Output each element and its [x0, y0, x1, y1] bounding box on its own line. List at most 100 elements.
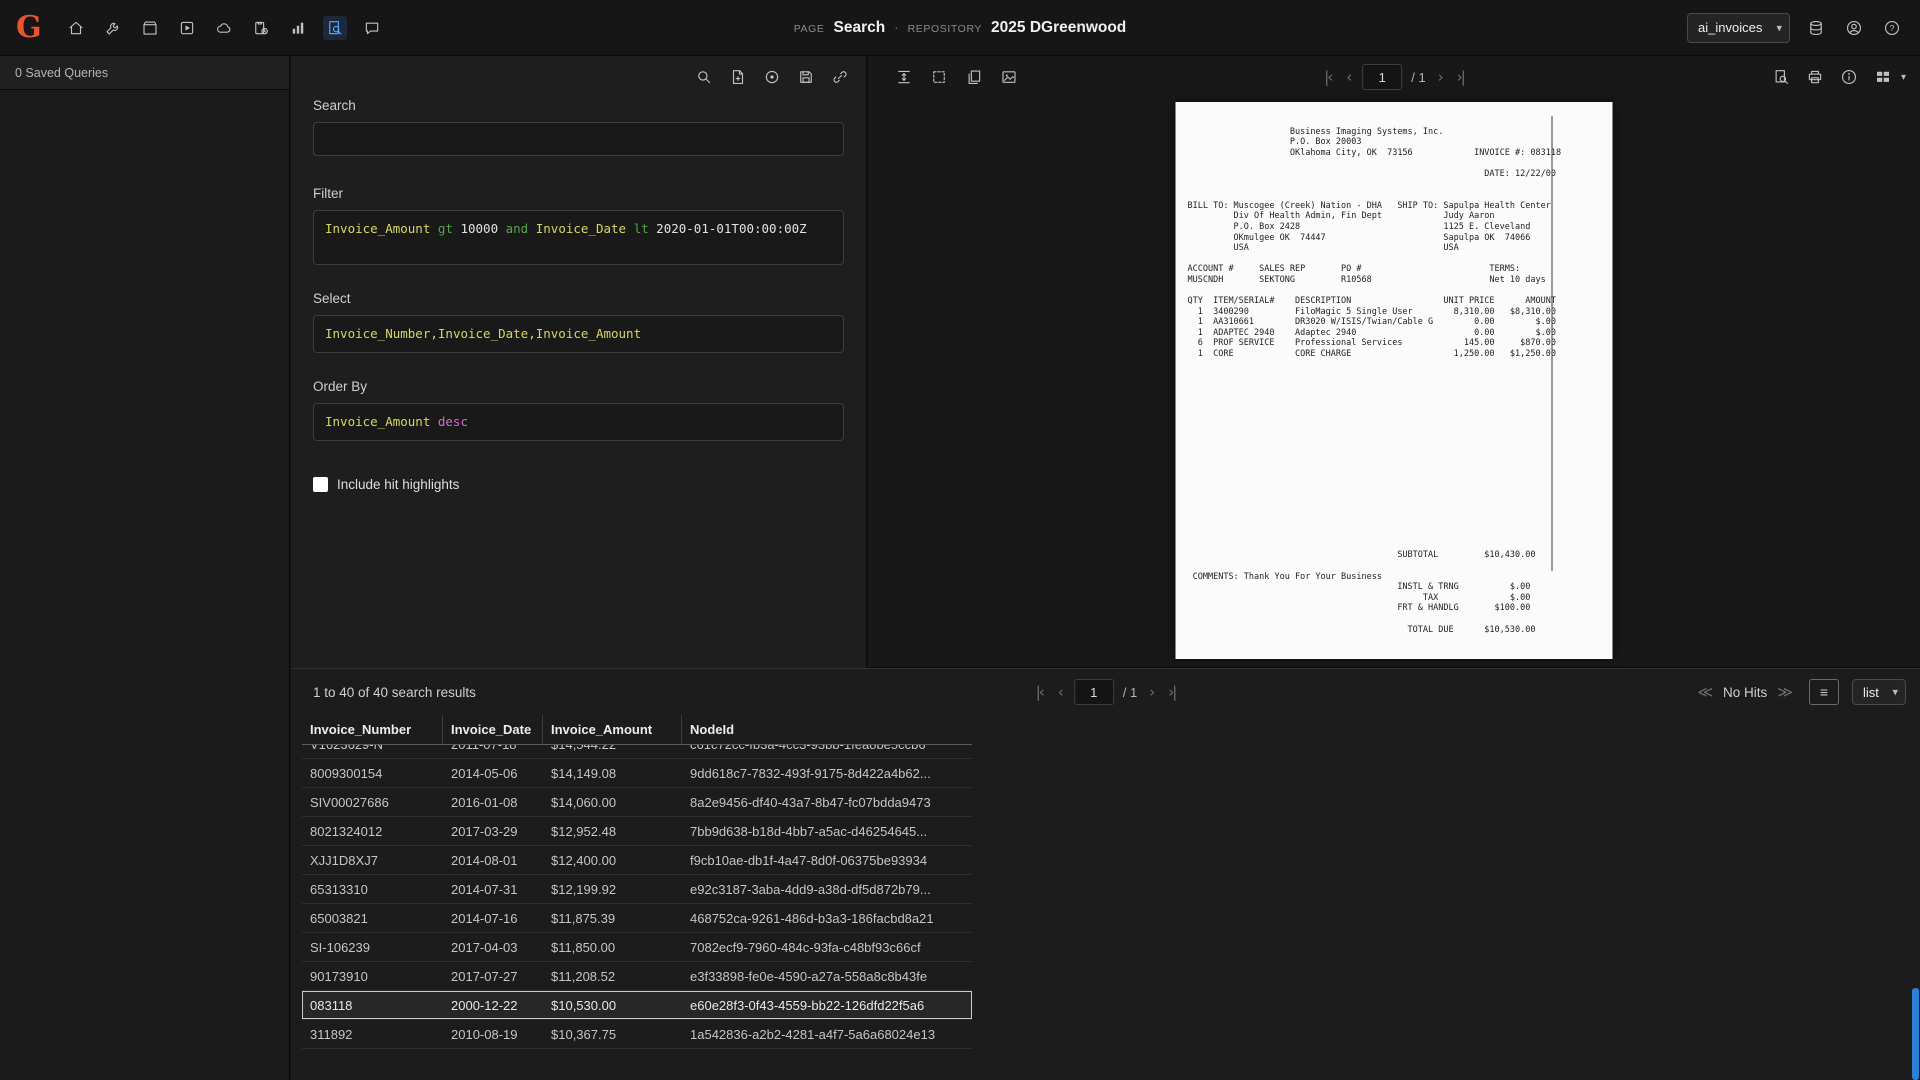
cell-invoice-date: 2014-07-16 — [451, 910, 518, 926]
cell-invoice-date: 2016-01-08 — [451, 794, 518, 810]
search-page-icon[interactable] — [322, 15, 347, 40]
page-number-input[interactable]: 1 — [1073, 679, 1114, 705]
cell-node-id: 7bb9d638-b18d-4bb7-a5ac-d46254645... — [690, 823, 928, 839]
repository-select[interactable]: ai_invoices — [1687, 12, 1790, 43]
cell-invoice-amount: $14,544.22 — [543, 745, 682, 752]
column-header-invoice-number[interactable]: Invoice_Number — [302, 715, 443, 744]
thumbnails-icon[interactable] — [1871, 65, 1895, 89]
tools-icon[interactable] — [101, 16, 125, 40]
orderby-input[interactable]: Invoice_Amount desc — [313, 403, 844, 441]
app-logo[interactable]: G — [16, 12, 42, 43]
table-row[interactable]: 083118 2000-12-22 $10,530.00 e60e28f3-0f… — [302, 991, 972, 1020]
database-icon[interactable] — [1804, 16, 1828, 40]
batches-icon[interactable] — [138, 16, 162, 40]
last-page-button[interactable]: ›| — [1165, 681, 1178, 703]
info-icon[interactable] — [1837, 65, 1861, 89]
print-icon[interactable] — [1803, 65, 1827, 89]
table-row[interactable]: 65003821 2014-07-16 $11,875.39 468752ca-… — [302, 904, 972, 933]
orderby-label: Order By — [313, 379, 368, 394]
process-icon[interactable] — [760, 65, 784, 89]
breadcrumb-separator: · — [894, 19, 899, 35]
repository-name: 2025 DGreenwood — [991, 18, 1127, 36]
pages-icon[interactable] — [962, 65, 986, 89]
prev-page-button[interactable]: ‹ — [1343, 66, 1353, 88]
page-kicker: PAGE — [793, 22, 825, 35]
table-row[interactable]: 8009300154 2014-05-06 $14,149.08 9dd618c… — [302, 759, 972, 788]
filter-input[interactable]: Invoice_Amount gt 10000 and Invoice_Date… — [313, 210, 844, 265]
review-icon[interactable] — [175, 16, 199, 40]
last-page-button[interactable]: ›| — [1454, 66, 1467, 88]
include-hits-checkbox[interactable] — [313, 477, 328, 492]
results-table: Invoice_Number Invoice_Date Invoice_Amou… — [302, 715, 972, 1080]
select-region-icon[interactable] — [927, 65, 951, 89]
next-hit-button[interactable]: ≫ — [1774, 681, 1796, 703]
save-query-icon[interactable] — [794, 65, 818, 89]
results-pager: |‹ ‹ 1 / 1 › ›| — [1033, 679, 1179, 705]
cell-invoice-number: SI-106239 — [310, 939, 370, 955]
search-results-panel: 1 to 40 of 40 search results |‹ ‹ 1 / 1 … — [291, 668, 1920, 1080]
search-label: Search — [313, 98, 356, 113]
table-row[interactable]: 8021324012 2017-03-29 $12,952.48 7bb9d63… — [302, 817, 972, 846]
image-icon[interactable] — [997, 65, 1021, 89]
prev-hit-button[interactable]: ≪ — [1694, 681, 1716, 703]
column-header-invoice-amount[interactable]: Invoice_Amount — [543, 715, 682, 744]
copy-link-icon[interactable] — [828, 65, 852, 89]
cell-invoice-number: 311892 — [310, 1026, 353, 1042]
page-count-label: / 1 — [1411, 69, 1426, 85]
next-page-button[interactable]: › — [1146, 681, 1156, 703]
vertical-scrollbar-thumb[interactable] — [1912, 988, 1919, 1080]
document-page[interactable]: Business Imaging Systems, Inc. P.O. Box … — [1175, 102, 1613, 659]
select-input[interactable]: Invoice_Number,Invoice_Date,Invoice_Amou… — [313, 315, 844, 353]
cell-invoice-date: 2011-07-18 — [443, 745, 543, 752]
table-row[interactable]: 311892 2010-08-19 $10,367.75 1a542836-a2… — [302, 1020, 972, 1049]
cell-invoice-number: SIV00027686 — [310, 794, 389, 810]
cell-node-id: e92c3187-3aba-4dd9-a38d-df5d872b79... — [690, 881, 931, 897]
table-row[interactable]: SIV00027686 2016-01-08 $14,060.00 8a2e94… — [302, 788, 972, 817]
page-title: Search — [833, 18, 886, 36]
help-icon[interactable]: ? — [1880, 16, 1904, 40]
account-icon[interactable] — [1842, 16, 1866, 40]
page-number-input[interactable]: 1 — [1362, 64, 1403, 90]
cell-invoice-amount: $10,530.00 — [551, 997, 617, 1013]
cell-invoice-amount: $14,060.00 — [551, 794, 617, 810]
chevron-down-icon[interactable]: ▾ — [1901, 72, 1906, 83]
column-header-invoice-date[interactable]: Invoice_Date — [443, 715, 543, 744]
home-icon[interactable] — [64, 16, 88, 40]
first-page-button[interactable]: |‹ — [1321, 66, 1334, 88]
viewer-tools-right: ▾ — [1769, 65, 1906, 89]
next-page-button[interactable]: › — [1435, 66, 1445, 88]
table-row[interactable]: 90173910 2017-07-27 $11,208.52 e3f33898-… — [302, 962, 972, 991]
cell-invoice-date: 2014-08-01 — [451, 852, 518, 868]
prev-page-button[interactable]: ‹ — [1055, 681, 1065, 703]
cell-invoice-amount: $12,952.48 — [551, 823, 617, 839]
cell-invoice-amount: $11,875.39 — [551, 910, 616, 926]
column-header-node-id[interactable]: NodeId — [682, 715, 972, 744]
execute-search-icon[interactable] — [692, 65, 716, 89]
table-row[interactable]: V1623629-N 2011-07-18 $14,544.22 c61c72c… — [302, 745, 972, 759]
publish-icon[interactable] — [212, 16, 236, 40]
cell-node-id: 1a542836-a2b2-4281-a4f7-5a6a68024e13 — [690, 1026, 936, 1042]
first-page-button[interactable]: |‹ — [1033, 681, 1046, 703]
select-label: Select — [313, 291, 351, 306]
saved-queries-header: 0 Saved Queries — [0, 56, 289, 90]
saved-queries-sidebar: 0 Saved Queries — [0, 56, 290, 1080]
cell-invoice-number: 65003821 — [310, 910, 368, 926]
cell-invoice-number: 083118 — [310, 997, 353, 1013]
jobs-icon[interactable] — [249, 16, 273, 40]
menu-icon[interactable]: ≡ — [1809, 679, 1839, 705]
create-batch-icon[interactable] — [726, 65, 750, 89]
hit-navigation: ≪ No Hits ≫ — [1694, 681, 1796, 703]
cell-invoice-amount: $10,367.75 — [551, 1026, 617, 1042]
search-input[interactable] — [313, 122, 844, 156]
table-row[interactable]: 65313310 2014-07-31 $12,199.92 e92c3187-… — [302, 875, 972, 904]
stats-icon[interactable] — [286, 16, 310, 40]
view-mode-select[interactable]: list — [1852, 679, 1906, 705]
viewer-pager: |‹ ‹ 1 / 1 › ›| — [1321, 64, 1467, 90]
doc-zoom-icon[interactable] — [1769, 65, 1793, 89]
table-row[interactable]: SI-106239 2017-04-03 $11,850.00 7082ecf9… — [302, 933, 972, 962]
chat-icon[interactable] — [360, 16, 384, 40]
cell-invoice-date: 2017-04-03 — [451, 939, 518, 955]
table-row[interactable]: XJJ1D8XJ7 2014-08-01 $12,400.00 f9cb10ae… — [302, 846, 972, 875]
fit-height-icon[interactable] — [892, 65, 916, 89]
viewer-toolbar: |‹ ‹ 1 / 1 › ›| ▾ — [868, 56, 1920, 98]
